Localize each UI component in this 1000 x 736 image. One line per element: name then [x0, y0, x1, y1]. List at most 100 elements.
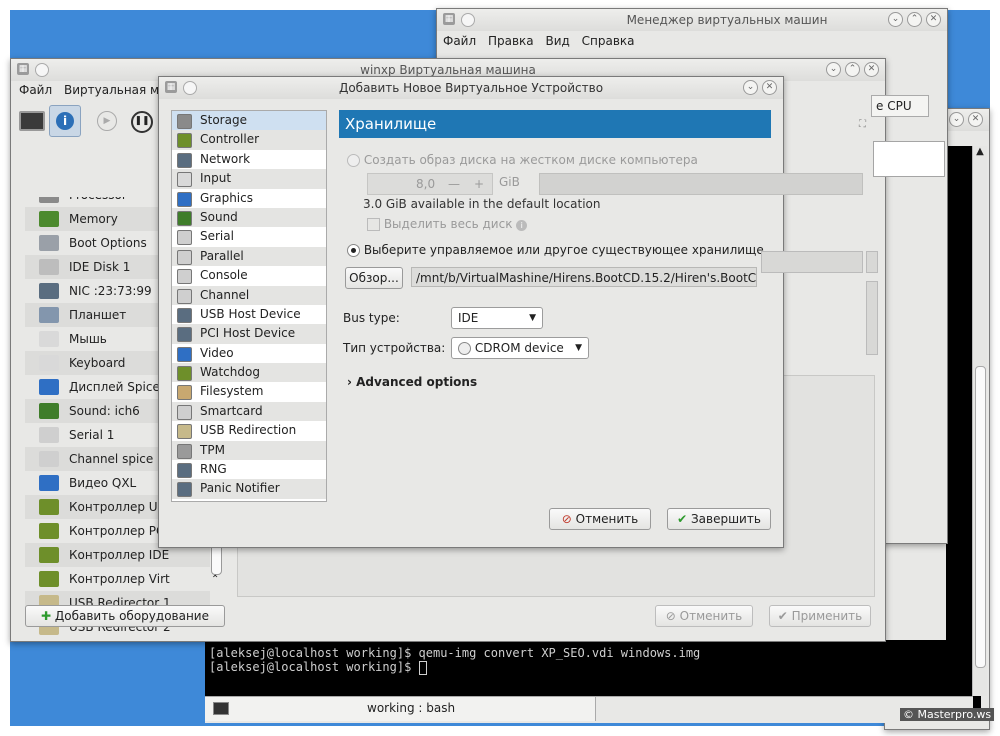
- dialog-cancel-label: Отменить: [575, 512, 639, 526]
- menu-view[interactable]: Вид: [545, 34, 569, 48]
- mouse-icon: [39, 331, 59, 347]
- select-existing-radio[interactable]: Выберите управляемое или другое существу…: [347, 243, 764, 257]
- close-icon[interactable]: ✕: [762, 80, 777, 95]
- pin-icon[interactable]: [35, 63, 49, 77]
- plus-icon: ✚: [40, 609, 52, 623]
- menu-vm[interactable]: Виртуальная ма: [64, 83, 166, 97]
- memory-icon: [39, 211, 59, 227]
- apply-label: Применить: [791, 609, 863, 623]
- size-spinbox[interactable]: 8,0 — +: [367, 173, 493, 195]
- bus-type-select[interactable]: IDE ▼: [451, 307, 543, 329]
- device-category-item[interactable]: RNG: [172, 460, 326, 479]
- menu-help[interactable]: Справка: [582, 34, 635, 48]
- info-icon[interactable]: i: [49, 105, 81, 137]
- hardware-item-label: Контроллер IDE: [69, 548, 170, 562]
- device-category-label: Graphics: [200, 190, 253, 205]
- device-category-label: Console: [200, 268, 248, 283]
- vm-title: winxp Виртуальная машина: [360, 63, 536, 77]
- device-category-item[interactable]: Input: [172, 169, 326, 189]
- device-category-label: Panic Notifier: [200, 481, 280, 496]
- minimize-icon[interactable]: ⌄: [826, 62, 841, 77]
- device-category-icon: [177, 269, 192, 285]
- device-category-icon: [177, 463, 192, 479]
- hardware-item-label: Keyboard: [69, 356, 126, 370]
- pin-icon[interactable]: [461, 13, 475, 27]
- allocate-checkbox[interactable]: Выделить весь диск i: [367, 217, 528, 231]
- play-icon[interactable]: ▶: [97, 111, 117, 131]
- scroll-up-icon[interactable]: ⌃: [211, 574, 219, 585]
- device-category-item[interactable]: Channel: [172, 285, 326, 305]
- terminal-scrollbar[interactable]: ▲: [972, 146, 987, 696]
- close-icon[interactable]: ✕: [864, 62, 879, 77]
- create-image-radio[interactable]: Создать образ диска на жестком диске ком…: [347, 153, 698, 167]
- device-category-label: TPM: [200, 442, 225, 457]
- vm-cancel-button[interactable]: ⊘ Отменить: [655, 605, 753, 627]
- increment-icon[interactable]: +: [474, 174, 484, 194]
- device-category-item[interactable]: Serial: [172, 227, 326, 246]
- device-category-icon: [177, 249, 192, 265]
- maximize-icon[interactable]: ⌃: [907, 12, 922, 27]
- device-category-item[interactable]: TPM: [172, 440, 326, 461]
- close-icon[interactable]: ✕: [926, 12, 941, 27]
- manager-title: Менеджер виртуальных машин: [626, 13, 828, 27]
- scroll-up-icon[interactable]: ▲: [973, 146, 987, 157]
- device-category-item[interactable]: Console: [172, 266, 326, 285]
- menu-file[interactable]: Файл: [443, 34, 476, 48]
- device-category-item[interactable]: PCI Host Device: [172, 324, 326, 344]
- device-category-item[interactable]: USB Host Device: [172, 305, 326, 324]
- device-category-item[interactable]: Controller: [172, 130, 326, 150]
- device-category-item[interactable]: USB Redirection: [172, 421, 326, 440]
- finish-button[interactable]: ✔ Завершить: [667, 508, 771, 530]
- controller-icon: [39, 523, 59, 539]
- device-category-item[interactable]: Network: [172, 150, 326, 169]
- radio-on-icon: [347, 244, 360, 257]
- check-icon: ✔: [777, 609, 788, 623]
- device-category-item[interactable]: Panic Notifier: [172, 479, 326, 499]
- device-category-item[interactable]: Filesystem: [172, 382, 326, 401]
- decrement-icon[interactable]: —: [448, 174, 460, 194]
- device-category-item[interactable]: Watchdog: [172, 363, 326, 383]
- close-icon[interactable]: ✕: [968, 112, 983, 127]
- hardware-item[interactable]: Контроллер Virt: [25, 567, 210, 591]
- minimize-icon[interactable]: ⌄: [743, 80, 758, 95]
- device-category-item[interactable]: Graphics: [172, 189, 326, 208]
- hardware-item-label: Serial 1: [69, 428, 115, 442]
- maximize-icon[interactable]: ⌃: [845, 62, 860, 77]
- path-field[interactable]: /mnt/b/VirtualMashine/Hirens.BootCD.15.2…: [411, 267, 757, 287]
- available-space: 3.0 GiB available in the default locatio…: [363, 197, 601, 211]
- menu-file[interactable]: Файл: [19, 83, 52, 97]
- advanced-options-expander[interactable]: › Advanced options: [347, 375, 477, 389]
- tablet-icon: [39, 307, 59, 323]
- device-category-icon: [177, 152, 192, 168]
- monitor-icon[interactable]: [19, 111, 45, 131]
- hardware-item-label: NIC :23:73:99: [69, 284, 152, 298]
- hardware-item-label: Memory: [69, 212, 118, 226]
- fullscreen-icon[interactable]: ⛶: [859, 119, 866, 130]
- minimize-icon[interactable]: ⌄: [949, 112, 964, 127]
- device-type-value: CDROM device: [474, 341, 564, 355]
- device-category-item[interactable]: Sound: [172, 207, 326, 228]
- device-category-item[interactable]: Smartcard: [172, 401, 326, 422]
- tab-cpu[interactable]: e CPU: [871, 95, 929, 117]
- add-hardware-button[interactable]: ✚ Добавить оборудование: [25, 605, 225, 627]
- device-category-label: Channel: [200, 287, 250, 302]
- dialog-cancel-button[interactable]: ⊘ Отменить: [549, 508, 651, 530]
- browse-button[interactable]: Обзор...: [345, 267, 403, 289]
- gear-icon: [39, 235, 59, 251]
- device-category-icon: [177, 424, 192, 440]
- pause-icon[interactable]: ❚❚: [131, 111, 153, 133]
- bus-type-label: Bus type:: [343, 311, 400, 325]
- menu-edit[interactable]: Правка: [488, 34, 534, 48]
- cpu-field[interactable]: [873, 141, 945, 177]
- device-category-item[interactable]: Parallel: [172, 246, 326, 267]
- help-icon: i: [516, 220, 528, 231]
- terminal-tab[interactable]: working : bash: [205, 697, 596, 721]
- apply-button[interactable]: ✔ Применить: [769, 605, 871, 627]
- device-type-select[interactable]: CDROM device ▼: [451, 337, 589, 359]
- size-unit: GiB: [499, 175, 520, 189]
- scroll-thumb[interactable]: [975, 366, 986, 668]
- minimize-icon[interactable]: ⌄: [888, 12, 903, 27]
- device-category-item[interactable]: Video: [172, 344, 326, 363]
- pin-icon[interactable]: [183, 81, 197, 95]
- device-category-item[interactable]: Storage: [172, 111, 326, 132]
